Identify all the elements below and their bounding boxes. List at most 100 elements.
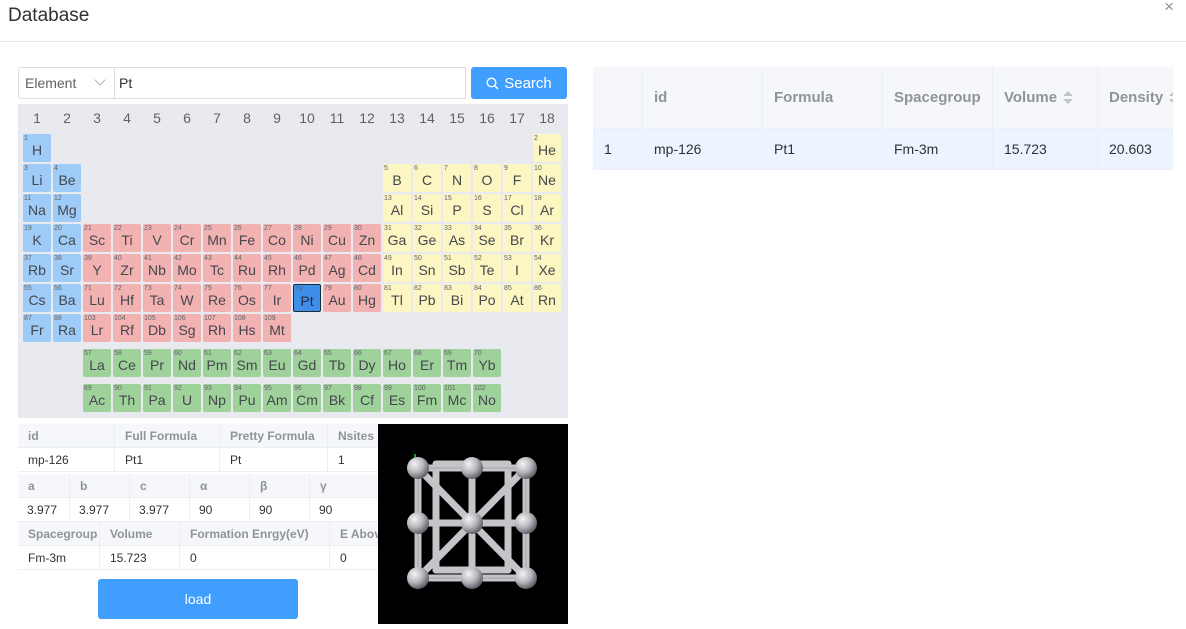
element-b[interactable]: 5B	[383, 164, 411, 192]
element-rh[interactable]: 45 Rh	[263, 254, 291, 282]
element-nb[interactable]: 41 Nb	[143, 254, 171, 282]
element-lu[interactable]: 71 Lu	[83, 284, 111, 312]
element-ac[interactable]: 89 Ac	[83, 384, 111, 412]
element-er[interactable]: 68 Er	[413, 349, 441, 377]
element-bk[interactable]: 97 Bk	[323, 384, 351, 412]
element-he[interactable]: 2 He	[533, 134, 561, 162]
element-p[interactable]: 15 P	[443, 194, 471, 222]
element-k[interactable]: 19 K	[23, 224, 51, 252]
close-icon[interactable]: ×	[1164, 0, 1174, 15]
element-mo[interactable]: 42 Mo	[173, 254, 201, 282]
element-na[interactable]: 11 Na	[23, 194, 51, 222]
element-hs[interactable]: 108 Hs	[233, 314, 261, 342]
element-au[interactable]: 79 Au	[323, 284, 351, 312]
element-gd[interactable]: 64 Gd	[293, 349, 321, 377]
element-bi[interactable]: 83 Bi	[443, 284, 471, 312]
element-tb[interactable]: 65 Tb	[323, 349, 351, 377]
element-ca[interactable]: 20 Ca	[53, 224, 81, 252]
element-rf[interactable]: 104 Rf	[113, 314, 141, 342]
load-button[interactable]: load	[98, 579, 298, 619]
element-re[interactable]: 75 Re	[203, 284, 231, 312]
element-tl[interactable]: 81 Tl	[383, 284, 411, 312]
element-ru[interactable]: 44 Ru	[233, 254, 261, 282]
element-tc[interactable]: 43 Tc	[203, 254, 231, 282]
element-te[interactable]: 52 Te	[473, 254, 501, 282]
element-mn[interactable]: 25 Mn	[203, 224, 231, 252]
element-cu[interactable]: 29 Cu	[323, 224, 351, 252]
element-np[interactable]: 93 Np	[203, 384, 231, 412]
element-eu[interactable]: 63 Eu	[263, 349, 291, 377]
results-header-spacegroup[interactable]: Spacegroup	[883, 67, 993, 128]
element-la[interactable]: 57 La	[83, 349, 111, 377]
element-li[interactable]: 3 Li	[23, 164, 51, 192]
search-button[interactable]: Search	[471, 67, 567, 99]
element-zn[interactable]: 30 Zn	[353, 224, 381, 252]
element-be[interactable]: 4 Be	[53, 164, 81, 192]
element-yb[interactable]: 70 Yb	[473, 349, 501, 377]
element-ta[interactable]: 73 Ta	[143, 284, 171, 312]
element-o[interactable]: 8O	[473, 164, 501, 192]
element-ar[interactable]: 18 Ar	[533, 194, 561, 222]
element-cd[interactable]: 48 Cd	[353, 254, 381, 282]
element-kr[interactable]: 36 Kr	[533, 224, 561, 252]
element-xe[interactable]: 54 Xe	[533, 254, 561, 282]
element-cl[interactable]: 17 Cl	[503, 194, 531, 222]
search-input[interactable]	[115, 67, 466, 99]
element-in[interactable]: 49 In	[383, 254, 411, 282]
element-fm[interactable]: 100 Fm	[413, 384, 441, 412]
element-br[interactable]: 35 Br	[503, 224, 531, 252]
element-c[interactable]: 6C	[413, 164, 441, 192]
element-pu[interactable]: 94 Pu	[233, 384, 261, 412]
element-hg[interactable]: 80 Hg	[353, 284, 381, 312]
element-zr[interactable]: 40 Zr	[113, 254, 141, 282]
element-pd[interactable]: 46 Pd	[293, 254, 321, 282]
element-rh[interactable]: 107 Rh	[203, 314, 231, 342]
element-rn[interactable]: 86 Rn	[533, 284, 561, 312]
element-am[interactable]: 95 Am	[263, 384, 291, 412]
element-ag[interactable]: 47 Ag	[323, 254, 351, 282]
element-co[interactable]: 27 Co	[263, 224, 291, 252]
element-ce[interactable]: 58 Ce	[113, 349, 141, 377]
element-sn[interactable]: 50 Sn	[413, 254, 441, 282]
element-es[interactable]: 99 Es	[383, 384, 411, 412]
element-y[interactable]: 39 Y	[83, 254, 111, 282]
element-ti[interactable]: 22 Ti	[113, 224, 141, 252]
element-pm[interactable]: 61 Pm	[203, 349, 231, 377]
element-sm[interactable]: 62 Sm	[233, 349, 261, 377]
element-w[interactable]: 74 W	[173, 284, 201, 312]
element-pb[interactable]: 82 Pb	[413, 284, 441, 312]
element-h[interactable]: 1H	[23, 134, 51, 162]
element-cr[interactable]: 24 Cr	[173, 224, 201, 252]
sort-icon[interactable]	[1169, 90, 1173, 105]
results-header-id[interactable]: id	[643, 67, 763, 128]
element-sb[interactable]: 51 Sb	[443, 254, 471, 282]
element-u[interactable]: 92 U	[173, 384, 201, 412]
element-dy[interactable]: 66 Dy	[353, 349, 381, 377]
table-row[interactable]: 1 mp-126 Pt1 Fm-3m 15.723 20.603	[593, 129, 1173, 170]
element-cf[interactable]: 98 Cf	[353, 384, 381, 412]
element-mc[interactable]: 101 Mc	[443, 384, 471, 412]
element-al[interactable]: 13 Al	[383, 194, 411, 222]
element-si[interactable]: 14 Si	[413, 194, 441, 222]
element-ga[interactable]: 31 Ga	[383, 224, 411, 252]
element-cs[interactable]: 55 Cs	[23, 284, 51, 312]
element-mg[interactable]: 12 Mg	[53, 194, 81, 222]
element-ge[interactable]: 32 Ge	[413, 224, 441, 252]
element-lr[interactable]: 103 Lr	[83, 314, 111, 342]
crystal-structure-viewer[interactable]	[378, 424, 568, 624]
element-cm[interactable]: 96 Cm	[293, 384, 321, 412]
element-ra[interactable]: 88 Ra	[53, 314, 81, 342]
element-th[interactable]: 90 Th	[113, 384, 141, 412]
element-fr[interactable]: 87 Fr	[23, 314, 51, 342]
element-ni[interactable]: 28 Ni	[293, 224, 321, 252]
element-pr[interactable]: 59 Pr	[143, 349, 171, 377]
results-header-formula[interactable]: Formula	[763, 67, 883, 128]
element-ne[interactable]: 10 Ne	[533, 164, 561, 192]
element-v[interactable]: 23 V	[143, 224, 171, 252]
element-ir[interactable]: 77 Ir	[263, 284, 291, 312]
element-no[interactable]: 102 No	[473, 384, 501, 412]
element-db[interactable]: 105 Db	[143, 314, 171, 342]
element-ba[interactable]: 56 Ba	[53, 284, 81, 312]
element-i[interactable]: 53 I	[503, 254, 531, 282]
element-n[interactable]: 7N	[443, 164, 471, 192]
